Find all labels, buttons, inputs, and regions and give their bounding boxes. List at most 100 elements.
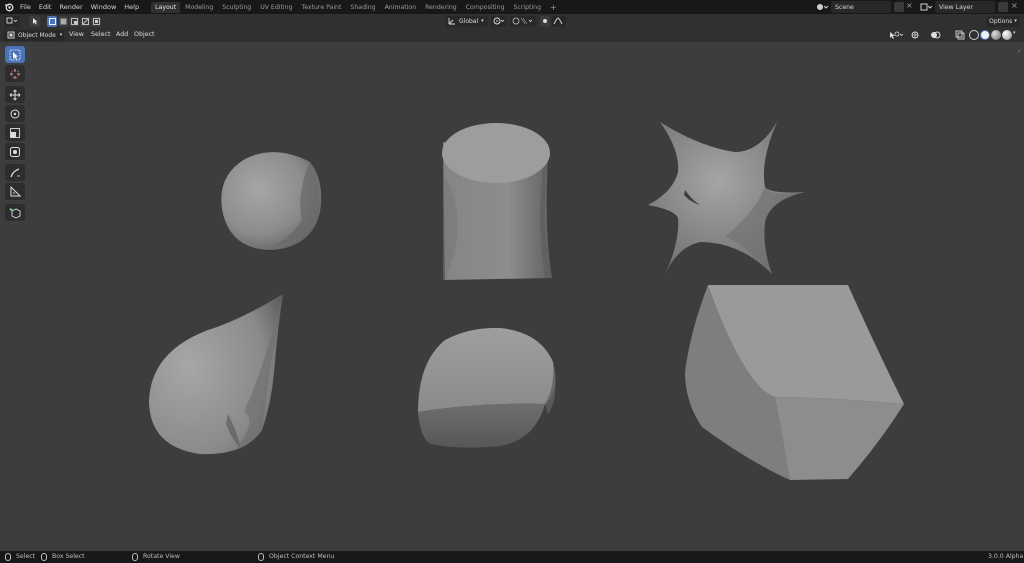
select-mode-invert[interactable] (80, 15, 90, 27)
chevron-down-icon[interactable]: ▾ (1013, 30, 1016, 36)
object-teardrop[interactable] (149, 294, 283, 455)
selectability-icon (890, 31, 904, 39)
object-pinched-sphere[interactable] (221, 152, 322, 250)
xray-toggle[interactable] (955, 30, 965, 40)
status-rotate-view-label: Rotate View (143, 553, 180, 560)
menu-view[interactable]: View (69, 28, 84, 42)
tab-compositing[interactable]: Compositing (462, 2, 509, 13)
workspace-tabs: Layout Modeling Sculpting UV Editing Tex… (151, 0, 561, 14)
visibility-dropdown[interactable] (888, 30, 906, 40)
object-pinched-cylinder[interactable] (442, 123, 552, 280)
tab-rendering[interactable]: Rendering (421, 2, 461, 13)
viewport-header: Object Mode ▾ View Select Add Object ▾ (0, 28, 1024, 42)
blender-logo-icon[interactable] (2, 0, 16, 14)
select-mode-extend[interactable] (58, 15, 68, 27)
tool-cursor[interactable] (5, 65, 25, 82)
menu-file[interactable]: File (16, 0, 35, 14)
view-layer-field[interactable]: View Layer (935, 1, 995, 13)
tool-add-cube[interactable] (5, 204, 25, 221)
measure-icon (10, 185, 21, 196)
tool-select-box[interactable] (5, 46, 25, 63)
object-mode-icon (7, 31, 15, 39)
options-dropdown[interactable]: Options ▾ (986, 15, 1020, 27)
view-layer-type-icon[interactable] (920, 2, 934, 12)
shading-wireframe-button[interactable] (969, 30, 979, 40)
gizmo-toggle[interactable] (910, 30, 920, 40)
select-tool-toggle[interactable] (29, 15, 40, 27)
scene-name: Scene (835, 3, 854, 11)
annotate-icon (10, 167, 20, 177)
tab-layout[interactable]: Layout (151, 1, 181, 13)
select-mode-intersect[interactable] (91, 15, 101, 27)
tab-modeling[interactable]: Modeling (181, 2, 217, 13)
proportional-edit-toggle[interactable] (540, 15, 550, 27)
3d-viewport[interactable] (0, 42, 1024, 551)
transform-orientation-label: Global (459, 17, 479, 25)
mouse-middle-icon (132, 553, 138, 561)
menu-select[interactable]: Select (91, 28, 110, 42)
chevron-down-icon: ▾ (481, 18, 484, 24)
pivot-point-dropdown[interactable] (491, 15, 507, 27)
tool-measure[interactable] (5, 183, 25, 200)
shading-material-button[interactable] (991, 30, 1001, 40)
tool-transform[interactable] (5, 143, 25, 160)
view-layer-close-icon[interactable]: × (1011, 1, 1018, 10)
transform-icon (10, 146, 20, 157)
tool-annotate[interactable] (5, 164, 25, 181)
select-invert-icon (81, 17, 89, 25)
cursor-icon (10, 68, 20, 79)
object-spiky-star[interactable] (648, 120, 805, 274)
add-cube-icon (9, 207, 21, 219)
proportional-falloff-dropdown[interactable] (552, 15, 566, 27)
tab-uv-editing[interactable]: UV Editing (256, 2, 296, 13)
tool-rotate[interactable] (5, 105, 25, 122)
view-layer-name: View Layer (939, 3, 973, 11)
menu-help[interactable]: Help (120, 0, 143, 14)
menu-object[interactable]: Object (134, 28, 155, 42)
menu-edit[interactable]: Edit (35, 0, 56, 14)
menu-render[interactable]: Render (55, 0, 86, 14)
gizmo-icon (911, 31, 919, 39)
sidebar-toggle-icon[interactable]: ‹ (1018, 48, 1020, 55)
shading-rendered-button[interactable] (1002, 30, 1012, 40)
object-mode-label: Object Mode (18, 31, 56, 39)
scene-name-field[interactable]: Scene (831, 1, 891, 13)
scene-copy-icon[interactable] (894, 2, 904, 12)
tab-sculpting[interactable]: Sculpting (218, 2, 255, 13)
chevron-down-icon: ▾ (1014, 18, 1017, 24)
scene-close-icon[interactable]: × (906, 1, 913, 10)
version-label: 3.0.0 Alpha (988, 553, 1024, 560)
select-box-icon (9, 49, 21, 60)
magnet-icon (512, 17, 533, 25)
select-extend-icon (60, 18, 66, 24)
select-mode-subtract[interactable] (69, 15, 79, 27)
editor-type-button[interactable] (4, 15, 20, 27)
select-mode-new[interactable] (47, 15, 57, 27)
add-workspace-button[interactable]: + (546, 2, 561, 13)
view-layer-copy-icon[interactable] (998, 2, 1008, 12)
cursor-arrow-icon (32, 18, 37, 25)
xray-icon (955, 30, 965, 40)
tool-scale[interactable] (5, 124, 25, 141)
snap-toggle[interactable] (510, 15, 536, 27)
scale-icon (10, 127, 20, 138)
overlays-toggle[interactable] (930, 30, 942, 40)
tab-scripting[interactable]: Scripting (510, 2, 546, 13)
object-mode-dropdown[interactable]: Object Mode ▾ (4, 29, 64, 41)
tab-texture-paint[interactable]: Texture Paint (297, 2, 345, 13)
tab-animation[interactable]: Animation (381, 2, 421, 13)
menu-window[interactable]: Window (87, 0, 121, 14)
status-select: Select (5, 551, 35, 563)
tab-shading[interactable]: Shading (346, 2, 379, 13)
status-bar: Select Box Select Rotate View Object Con… (0, 551, 1024, 563)
object-pinched-cube[interactable] (685, 285, 904, 480)
tool-move[interactable] (5, 86, 25, 103)
scene-type-icon[interactable] (816, 2, 830, 12)
object-rounded-blob[interactable] (418, 327, 556, 448)
viewport-scene (149, 120, 904, 480)
top-menu-bar: File Edit Render Window Help Layout Mode… (0, 0, 1024, 14)
transform-orientation-dropdown[interactable]: Global ▾ (446, 15, 488, 27)
shading-solid-button[interactable] (980, 30, 990, 40)
select-new-icon (48, 17, 56, 25)
menu-add[interactable]: Add (116, 28, 128, 42)
